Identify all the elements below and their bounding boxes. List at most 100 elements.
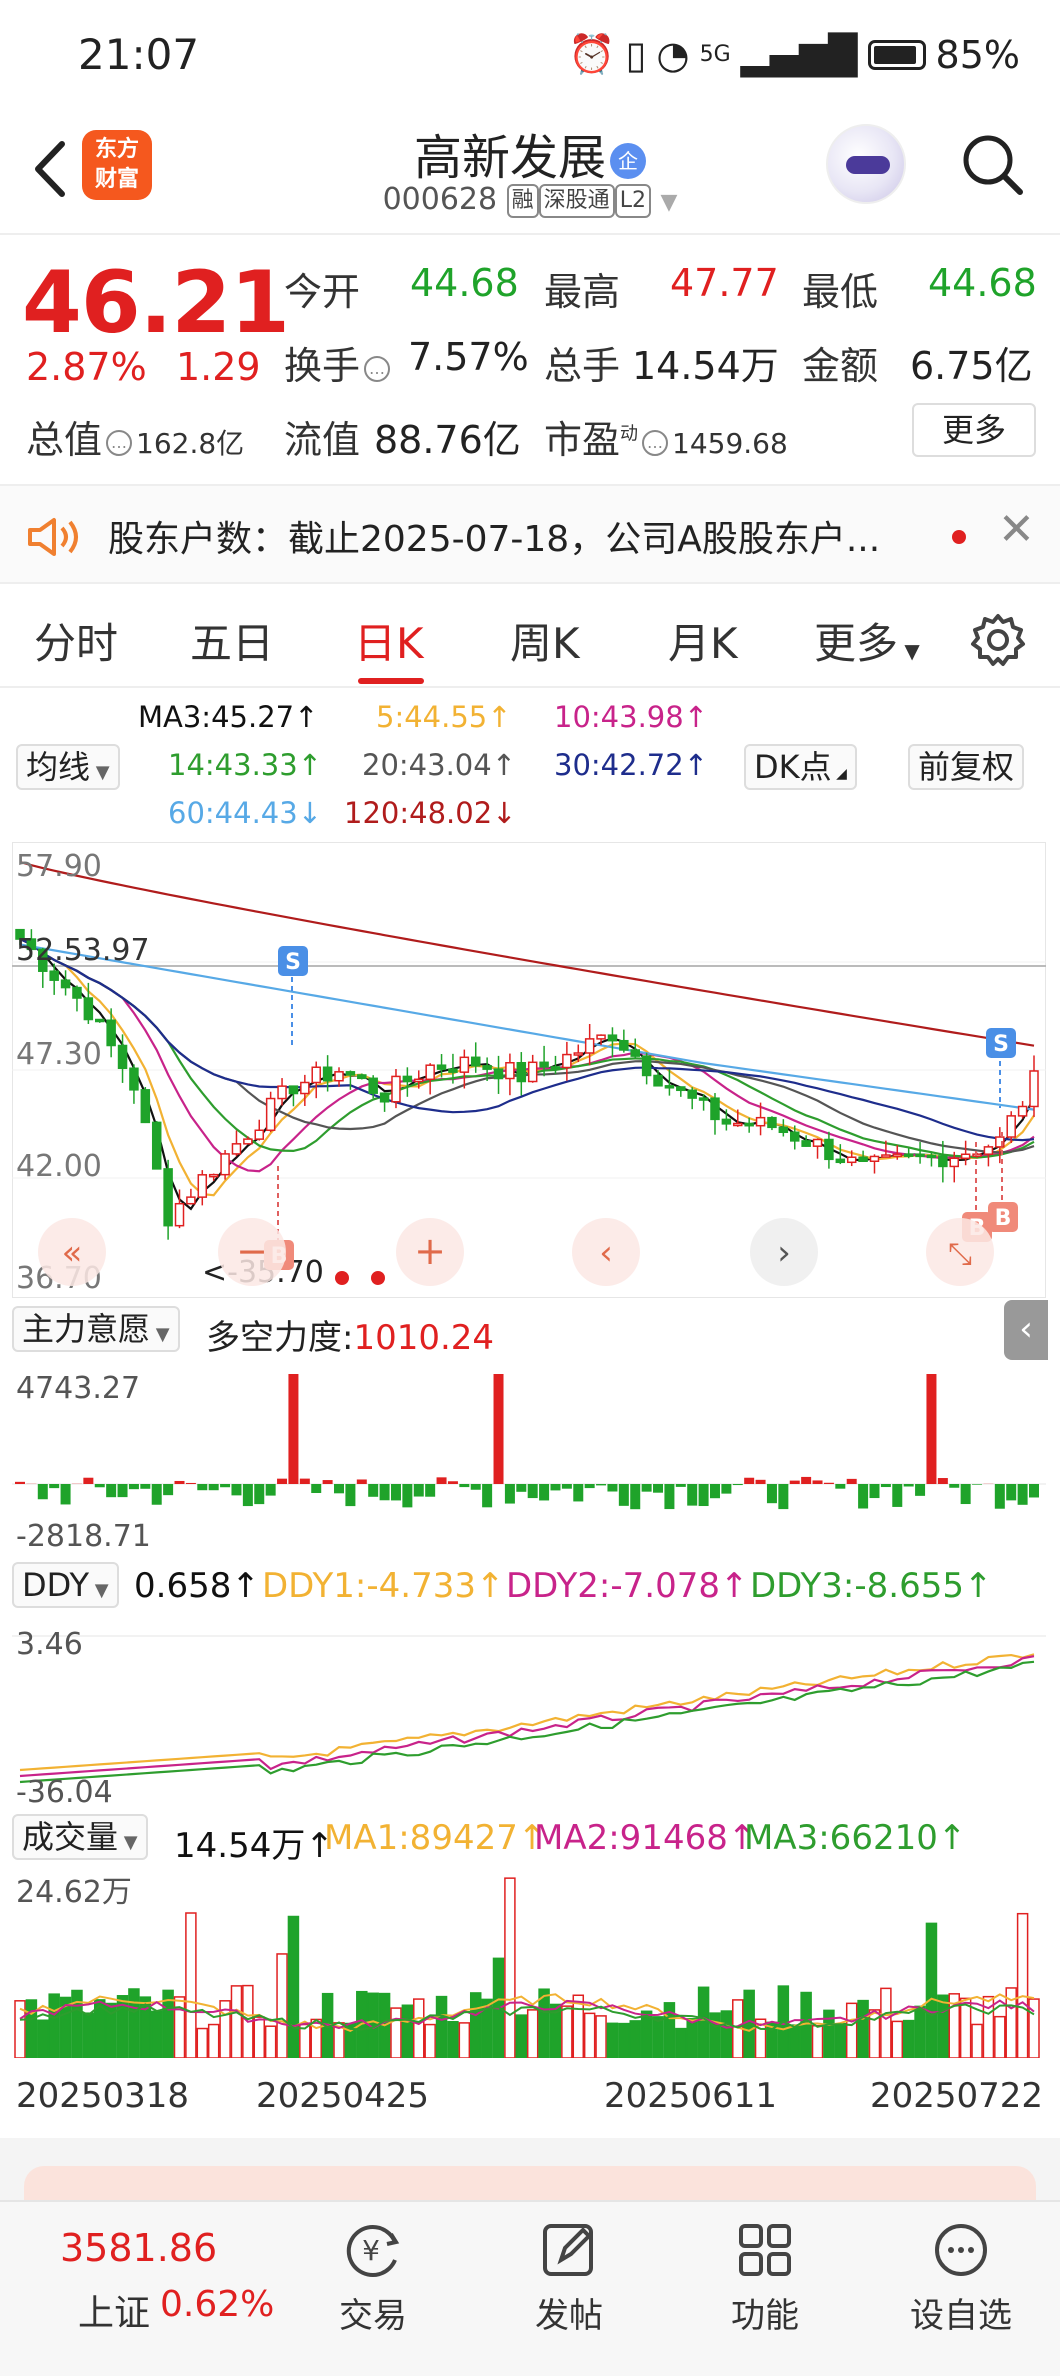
prev-button[interactable]: ‹ [572,1218,640,1286]
ddy2-value: DDY2:-7.078↑ [506,1566,749,1606]
change-value: 1.29 [176,345,261,389]
candle [1029,1070,1039,1108]
info-icon[interactable]: … [106,429,133,456]
candle [960,1153,971,1160]
volume-bar [618,2022,630,2058]
candle [676,1086,686,1092]
pe-label: 市盈动… 1459.68 [544,409,788,464]
candle [220,1153,230,1176]
nav-add-watchlist[interactable]: 设自选 [896,2220,1026,2337]
volume-bar [150,2010,163,2058]
index-name[interactable]: 上证 [78,2284,150,2336]
force-y-bottom: -2818.71 [16,1519,151,1550]
close-icon[interactable]: ✕ [998,504,1035,555]
force-bar [447,1481,458,1484]
volume-bar [959,1997,972,2058]
stock-code: 000628 [382,182,498,217]
next-button[interactable]: › [750,1218,818,1286]
force-bar [869,1484,880,1499]
info-icon[interactable]: … [364,355,391,382]
force-bar [573,1484,584,1502]
candle [972,1153,982,1157]
force-bar [231,1484,242,1496]
dk-point-button[interactable]: DK点 ◢ [744,744,857,790]
tab-intraday[interactable]: 分时 [34,610,118,671]
indicator-select[interactable]: 主力意愿 ▼ [12,1306,180,1352]
zoom-in-button[interactable]: + [396,1218,464,1286]
fullscreen-button[interactable]: ⤡ [926,1218,994,1286]
open-value: 44.68 [410,261,519,305]
candle [140,1089,151,1124]
robot-assistant-icon[interactable] [826,124,906,204]
tab-more[interactable]: 更多 ▼ [814,610,920,671]
candle [721,1118,732,1125]
adjust-button[interactable]: 前复权 [908,744,1025,790]
force-bar [15,1481,25,1484]
force-bar [664,1484,675,1510]
candle [277,1085,287,1100]
volume-bar [37,2019,49,2058]
candle [357,1074,367,1080]
turnover-label: 换手… [284,335,394,390]
nav-trade[interactable]: ¥ 交易 [308,2220,438,2337]
zoom-out-fast-button[interactable]: « [38,1218,106,1286]
volume-bar [880,1987,892,2058]
candle [345,1071,356,1076]
candle [755,1116,766,1127]
turnover-label-text: 换手 [284,344,361,388]
index-pct[interactable]: 0.62% [160,2284,274,2325]
force-label: 多空力度:1010.24 [206,1310,494,1359]
volume-bar [515,2014,528,2058]
tab-weekly-k[interactable]: 周K [510,610,580,671]
force-bar [140,1484,151,1489]
event-dot[interactable] [371,1271,385,1285]
ddy-select[interactable]: DDY ▼ [12,1562,119,1608]
volume-bar [447,2020,459,2058]
tab-daily-k[interactable]: 日K [354,610,424,671]
volume-bar [606,2022,619,2058]
index-value[interactable]: 3581.86 [60,2226,217,2270]
event-dot[interactable] [335,1271,349,1285]
force-bar [402,1484,413,1508]
vibrate-icon: ▯ [625,32,647,77]
candle [641,1055,652,1077]
candle [470,1056,481,1067]
ma5-value: 5:44.55↑ [376,700,512,734]
nav-functions-label: 功能 [731,2296,799,2336]
nav-functions[interactable]: 功能 [700,2220,830,2337]
nav-add-watchlist-label: 设自选 [910,2296,1012,2336]
tab-monthly-k[interactable]: 月K [668,610,738,671]
zoom-out-button[interactable]: − [218,1218,286,1286]
ddy-line [19,1660,1035,1784]
info-icon[interactable]: … [642,429,669,456]
candle [915,1153,925,1158]
force-bar [220,1484,231,1488]
more-button[interactable]: 更多 [912,403,1036,457]
mcap-value: 162.8亿 [136,427,245,460]
force-bar [892,1484,903,1507]
chevron-right-icon: › [777,1233,791,1273]
candle [186,1196,196,1205]
ma-select[interactable]: 均线 ▼ [16,744,120,790]
candle [265,1097,276,1131]
minus-icon: − [236,1229,268,1273]
kline-chart[interactable]: 57.90 52.53.97 47.30 42.00 36.70 <-35.70… [12,842,1046,1298]
collapse-panel-button[interactable]: ‹ [1004,1300,1048,1360]
candle [824,1138,834,1161]
y-axis-top: 57.90 [16,849,102,884]
notice-bar[interactable]: 股东户数：截止2025-07-18，公司A股股东户... ✕ [0,484,1060,584]
search-icon[interactable] [958,130,1028,200]
gear-icon[interactable] [970,612,1026,668]
volume-bar [82,2012,95,2058]
volume-bar [1016,1912,1029,2058]
nav-post[interactable]: 发帖 [504,2220,634,2337]
volume-select[interactable]: 成交量 ▼ [12,1814,148,1860]
stock-subtitle[interactable]: 000628 融深股通 L2 ▼ [0,182,1060,218]
chevron-down-icon: ▼ [89,1580,109,1601]
candle [505,1062,515,1080]
tab-five-day[interactable]: 五日 [190,610,274,671]
change-percent: 2.87% [26,345,147,389]
active-tab-indicator [358,678,424,684]
volume-bar [401,2004,414,2058]
force-bar [197,1484,208,1491]
